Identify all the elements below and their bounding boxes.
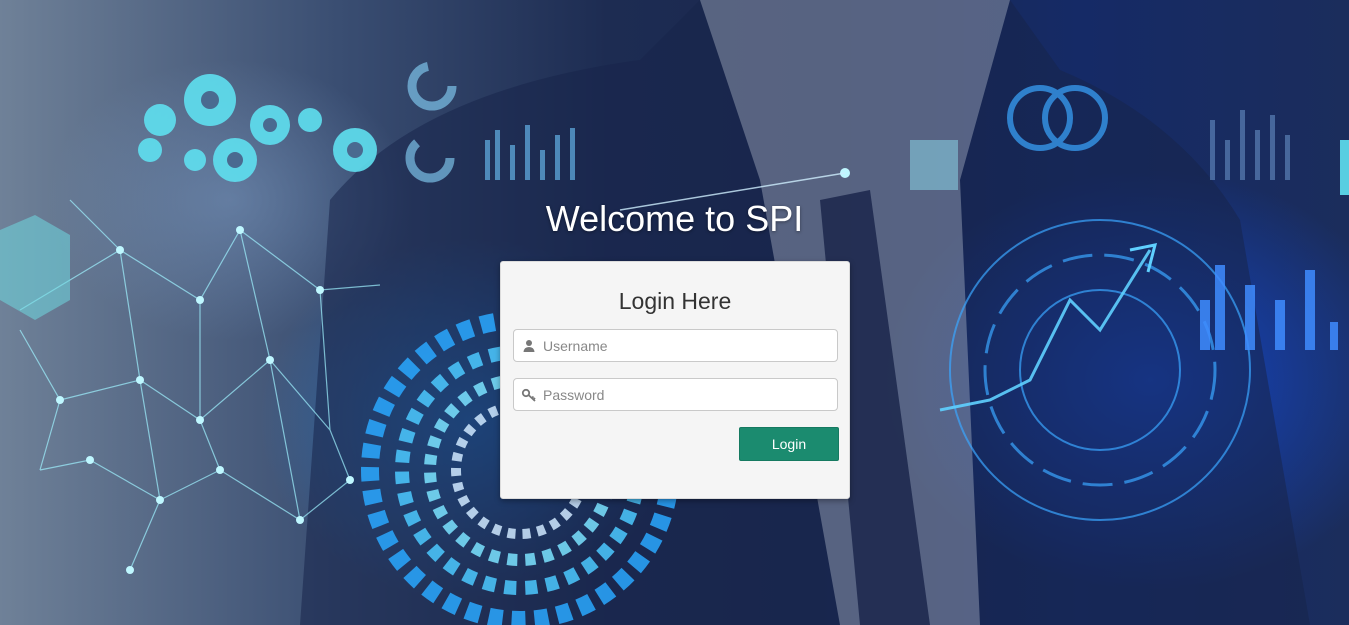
login-button[interactable]: Login [739, 427, 839, 461]
login-panel: Login Here Login [500, 261, 850, 499]
password-field[interactable] [513, 378, 838, 411]
key-icon [521, 387, 537, 403]
password-input[interactable] [543, 379, 833, 410]
login-title: Login Here [618, 288, 732, 314]
username-input[interactable] [543, 330, 833, 361]
page-title: Welcome to SPI [545, 198, 804, 239]
username-field[interactable] [513, 329, 838, 362]
user-icon [521, 338, 537, 354]
